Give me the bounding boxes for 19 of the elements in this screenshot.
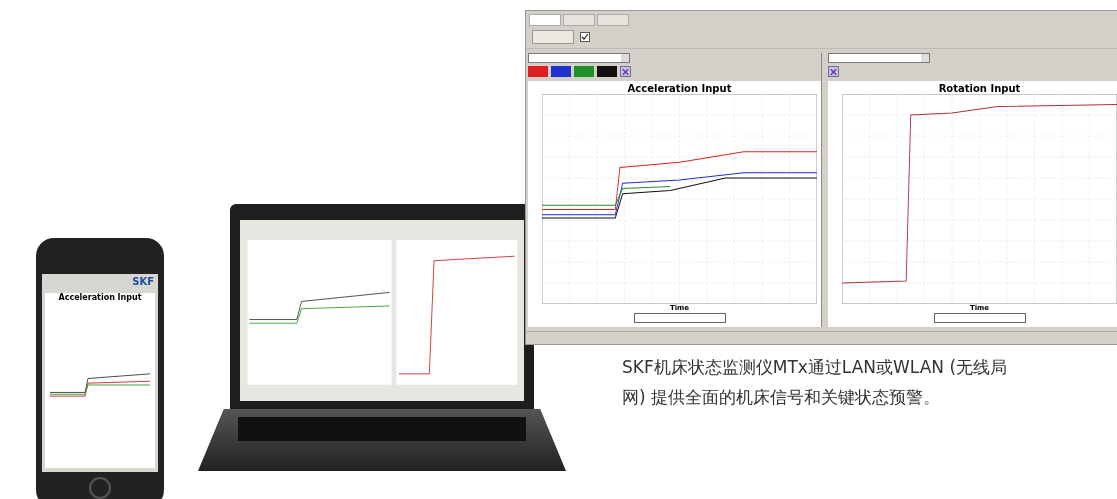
caption-text: SKF机床状态监测仪MTx通过LAN或WLAN (无线局 网) 提供全面的机床信号和关键状态预警。 — [622, 356, 1008, 409]
close-icon[interactable] — [620, 66, 631, 77]
series-toggle-button[interactable] — [574, 66, 594, 77]
toolbar-button[interactable] — [532, 30, 574, 44]
tab[interactable] — [597, 14, 629, 26]
series-toggle-button[interactable] — [528, 66, 548, 77]
home-button-icon — [89, 477, 111, 499]
close-icon[interactable] — [828, 66, 839, 77]
series-toggle-button[interactable] — [597, 66, 617, 77]
series-toggle-button[interactable] — [551, 66, 571, 77]
chart-title: Acceleration Input — [627, 83, 732, 94]
dropdown[interactable] — [828, 53, 930, 63]
tab[interactable] — [529, 14, 561, 26]
dropdown[interactable] — [528, 53, 630, 63]
chart-title: Rotation Input — [938, 83, 1021, 94]
checkbox[interactable] — [580, 32, 590, 42]
chart-title: Acceleration Input — [58, 293, 142, 302]
tab[interactable] — [563, 14, 595, 26]
skf-logo: SKF — [131, 275, 155, 289]
